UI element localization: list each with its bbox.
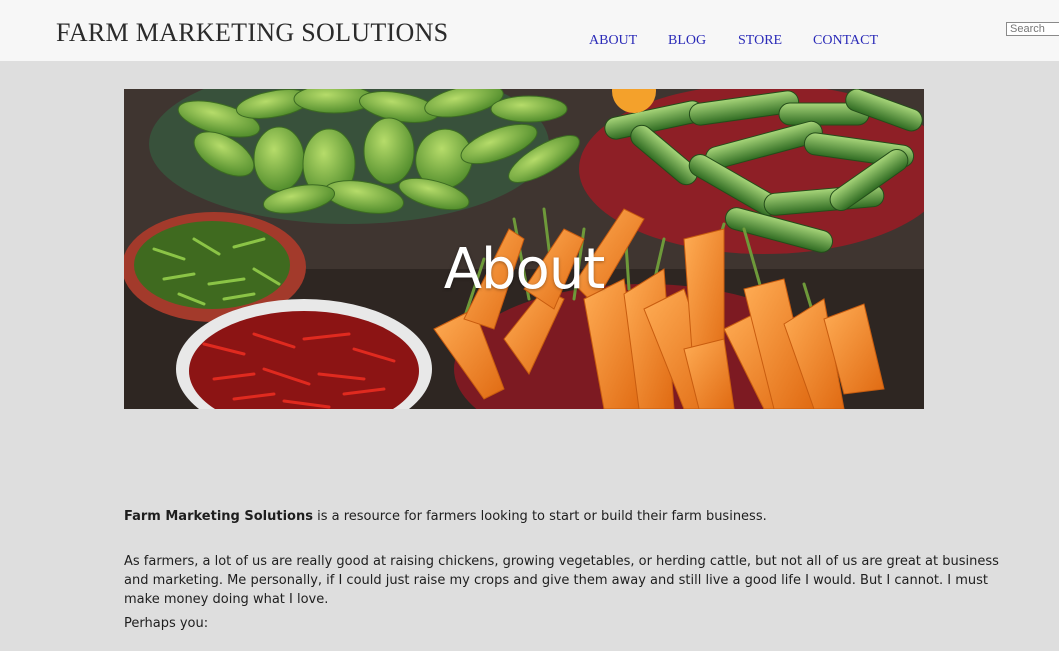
intro-paragraph: Farm Marketing Solutions is a resource f… [124,507,767,526]
farmers-paragraph: As farmers, a lot of us are really good … [124,554,999,607]
nav-blog-link[interactable]: BLOG [668,33,706,49]
hero-title: About [443,237,606,302]
nav-contact-link[interactable]: CONTACT [813,33,878,49]
nav-about-link[interactable]: ABOUT [589,33,637,49]
perhaps-paragraph: Perhaps you: [124,616,209,631]
hero-banner: About [124,89,924,409]
nav-store-link[interactable]: STORE [738,33,782,49]
search-input[interactable] [1006,22,1059,36]
intro-text: is a resource for farmers looking to sta… [312,509,767,524]
intro-bold-text: Farm Marketing Solutions [124,509,313,524]
site-brand[interactable]: FARM MARKETING SOLUTIONS [56,18,448,48]
site-header: FARM MARKETING SOLUTIONS ABOUT BLOG STOR… [0,0,1059,61]
